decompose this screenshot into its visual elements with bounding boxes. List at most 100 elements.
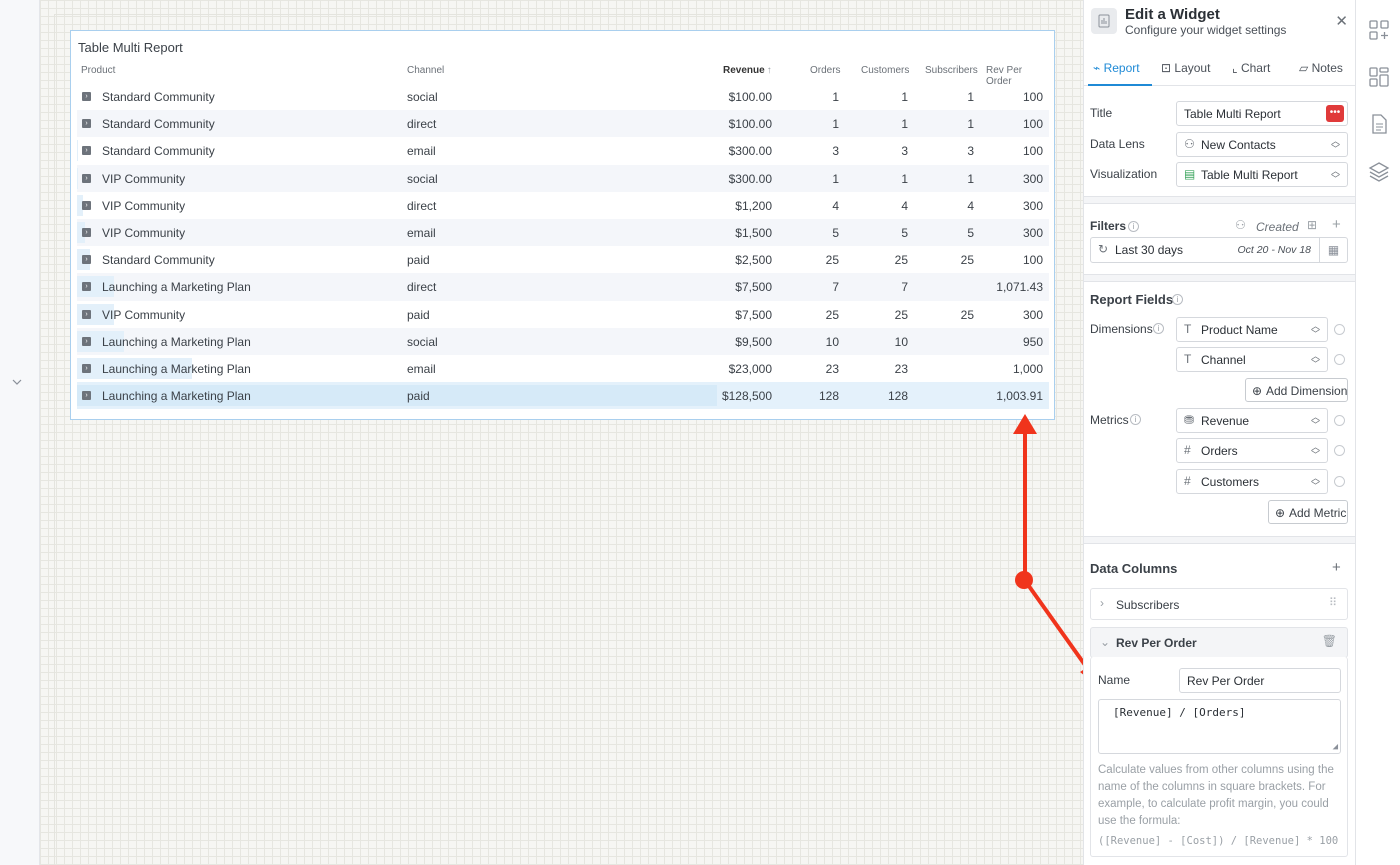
table-row[interactable]: › Launching a Marketing Plan direct $7,500 7… (77, 273, 1049, 301)
cell-customers: 1 (901, 117, 908, 132)
tab-layout[interactable]: ⊡ Layout (1161, 61, 1210, 75)
remove-circle-icon[interactable] (1334, 445, 1345, 456)
remove-circle-icon[interactable] (1334, 476, 1345, 487)
expand-row-icon[interactable]: › (82, 363, 91, 373)
expand-row-icon[interactable]: › (82, 200, 91, 210)
tab-chart[interactable]: ⌞ Chart (1232, 61, 1270, 75)
title-input-value: Table Multi Report (1184, 107, 1281, 121)
add-widget-icon[interactable] (1368, 19, 1390, 41)
cell-orders: 1 (832, 117, 839, 132)
metric-revenue[interactable]: ⛃ Revenue ︿ ﹀ (1176, 408, 1328, 433)
remove-circle-icon[interactable] (1334, 324, 1345, 335)
cell-orders: 128 (818, 389, 839, 404)
cell-subscribers: 25 (960, 253, 974, 268)
expand-row-icon[interactable]: › (82, 92, 91, 101)
expand-row-icon[interactable]: › (82, 146, 91, 156)
visualization-select[interactable]: ▤ Table Multi Report ︿ ﹀ (1176, 162, 1348, 187)
info-icon[interactable]: i (1172, 294, 1183, 305)
cell-revenue: $7,500 (735, 280, 772, 295)
remove-circle-icon[interactable] (1334, 354, 1345, 365)
table-row[interactable]: › Launching a Marketing Plan social $9,500 1… (77, 327, 1049, 355)
cell-rev-per-order: 1,000 (1012, 361, 1043, 376)
data-lens-select[interactable]: ⚇ New Contacts ︿ ﹀ (1176, 132, 1348, 157)
column-name-input[interactable]: Rev Per Order (1179, 668, 1341, 693)
table-row[interactable]: › Standard Community paid $2,500 25 25 25 100 (77, 246, 1049, 273)
info-icon[interactable]: i (1153, 323, 1164, 334)
dimension-product-name[interactable]: T Product Name ︿ ﹀ (1176, 317, 1328, 342)
col-header-revenue[interactable]: Revenue ↑ (723, 65, 772, 76)
table-row[interactable]: › Standard Community social $100.00 1 1 1 100 (77, 83, 1049, 110)
resize-handle-icon[interactable]: ◢ (1333, 742, 1338, 752)
add-dimension-button[interactable]: ⊕ Add Dimension (1245, 378, 1348, 402)
add-column-icon[interactable]: + (1332, 559, 1341, 576)
expand-row-icon[interactable]: › (82, 119, 91, 129)
chart-icon: ⌞ (1232, 61, 1238, 75)
layout-grid-icon[interactable] (1368, 66, 1390, 88)
plus-circle-icon: ⊕ (1275, 506, 1286, 520)
metric-orders[interactable]: # Orders ︿ ﹀ (1176, 438, 1328, 463)
calendar-icon[interactable]: ▦ (1319, 238, 1347, 262)
text-type-icon: T (1184, 322, 1192, 336)
panel-title: Edit a Widget (1125, 6, 1220, 23)
trash-icon[interactable]: 🗑 (1322, 634, 1337, 648)
cell-rev-per-order: 300 (1022, 225, 1043, 240)
metric-customers[interactable]: # Customers ︿ ﹀ (1176, 469, 1328, 494)
cell-orders: 1 (832, 171, 839, 186)
col-header-subscribers[interactable]: Subscribers (925, 65, 978, 76)
table-row[interactable]: › Launching a Marketing Plan email $23,000 2… (77, 355, 1049, 382)
drag-handle-icon[interactable]: ⠿ (1329, 596, 1337, 609)
table-row[interactable]: › VIP Community paid $7,500 25 25 25 300 (77, 301, 1049, 328)
expand-row-icon[interactable]: › (82, 309, 91, 319)
data-column-rev-per-order[interactable]: ⌄ Rev Per Order 🗑 (1090, 627, 1348, 658)
chevron-down-icon[interactable] (10, 375, 24, 389)
add-filter-icon[interactable]: + (1332, 216, 1341, 233)
add-metric-button[interactable]: ⊕ Add Metric (1268, 500, 1348, 524)
grid-icon[interactable]: ⊞ (1307, 218, 1317, 232)
formula-textarea[interactable]: [Revenue] / [Orders] ◢ (1098, 699, 1341, 754)
cell-orders: 23 (825, 361, 839, 376)
table-row[interactable]: › Standard Community direct $100.00 1 1 1 100 (77, 110, 1049, 138)
cell-orders: 25 (825, 307, 839, 322)
col-header-customers[interactable]: Customers (861, 65, 909, 76)
dimension-channel[interactable]: T Channel ︿ ﹀ (1176, 347, 1328, 372)
metrics-label: Metrics (1090, 413, 1129, 427)
cell-subscribers: 3 (967, 144, 974, 159)
expand-row-icon[interactable]: › (82, 391, 91, 401)
table-widget[interactable]: Table Multi Report Product Channel Reven… (70, 30, 1055, 420)
select-arrows-icon: ︿ ﹀ (1310, 412, 1320, 430)
cell-rev-per-order: 950 (1022, 334, 1043, 349)
document-icon[interactable] (1368, 113, 1390, 135)
expand-row-icon[interactable]: › (82, 173, 91, 183)
expand-row-icon[interactable]: › (82, 336, 91, 346)
table-row[interactable]: › VIP Community social $300.00 1 1 1 300 (77, 164, 1049, 192)
cell-revenue: $300.00 (728, 144, 772, 159)
cell-orders: 7 (832, 280, 839, 295)
expand-row-icon[interactable]: › (82, 255, 91, 265)
date-range-filter[interactable]: ↻ Last 30 days Oct 20 - Nov 18 ▦ (1090, 237, 1348, 263)
table-row[interactable]: › Launching a Marketing Plan paid $128,500 1… (77, 382, 1049, 410)
cell-customers: 10 (894, 334, 908, 349)
table-row[interactable]: › VIP Community direct $1,200 4 4 4 300 (77, 192, 1049, 219)
tab-report-label: Report (1103, 61, 1140, 75)
tab-report[interactable]: ⌁ Report (1093, 61, 1140, 75)
col-header-product[interactable]: Product (81, 65, 115, 76)
more-options-icon[interactable]: ••• (1326, 105, 1344, 122)
info-icon[interactable]: i (1128, 221, 1139, 232)
data-column-subscribers[interactable]: › Subscribers ⠿ (1090, 588, 1348, 620)
add-metric-label: Add Metric (1289, 506, 1347, 520)
close-icon[interactable]: ✕ (1335, 12, 1348, 30)
col-header-orders[interactable]: Orders (810, 65, 841, 76)
layers-icon[interactable] (1368, 160, 1390, 182)
table-row[interactable]: › VIP Community email $1,500 5 5 5 300 (77, 218, 1049, 247)
table-row[interactable]: › Standard Community email $300.00 3 3 3 100 (77, 137, 1049, 164)
cell-channel: email (407, 144, 436, 159)
expand-row-icon[interactable]: › (82, 282, 91, 292)
info-icon[interactable]: i (1130, 414, 1141, 425)
expand-row-icon[interactable]: › (82, 227, 91, 237)
tab-notes[interactable]: ▱ Notes (1299, 61, 1343, 75)
data-column-name: Rev Per Order (1116, 636, 1197, 650)
remove-circle-icon[interactable] (1334, 415, 1345, 426)
cell-revenue: $9,500 (735, 334, 772, 349)
title-input[interactable]: Table Multi Report ••• (1176, 101, 1348, 126)
col-header-channel[interactable]: Channel (407, 65, 444, 76)
